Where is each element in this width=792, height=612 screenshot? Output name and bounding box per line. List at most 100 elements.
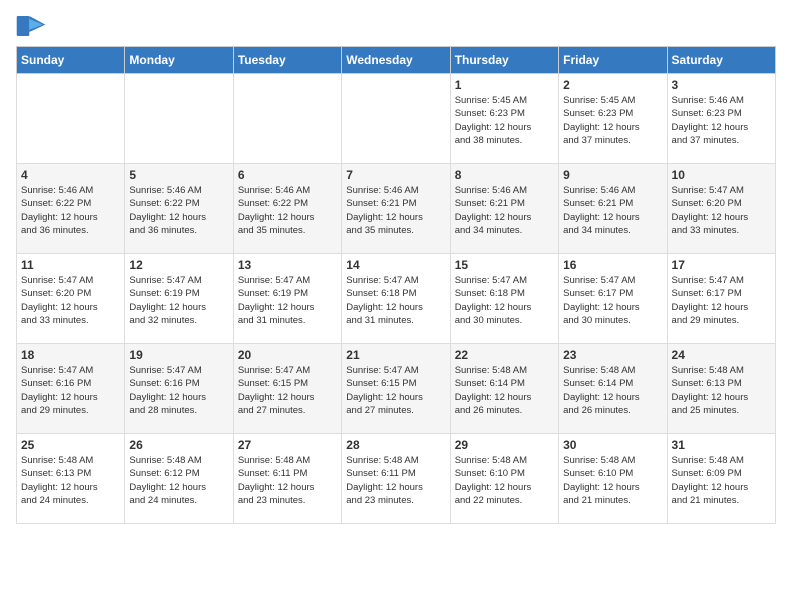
day-number: 12: [129, 258, 228, 272]
day-info: Sunrise: 5:48 AM Sunset: 6:10 PM Dayligh…: [455, 454, 554, 507]
day-number: 27: [238, 438, 337, 452]
calendar-cell: 10 Sunrise: 5:47 AM Sunset: 6:20 PM Dayli…: [667, 164, 775, 254]
calendar-cell: 28 Sunrise: 5:48 AM Sunset: 6:11 PM Dayli…: [342, 434, 450, 524]
day-info: Sunrise: 5:45 AM Sunset: 6:23 PM Dayligh…: [563, 94, 662, 147]
calendar-cell: 18 Sunrise: 5:47 AM Sunset: 6:16 PM Dayli…: [17, 344, 125, 434]
day-number: 17: [672, 258, 771, 272]
calendar-cell: 25 Sunrise: 5:48 AM Sunset: 6:13 PM Dayli…: [17, 434, 125, 524]
day-info: Sunrise: 5:48 AM Sunset: 6:09 PM Dayligh…: [672, 454, 771, 507]
weekday-header-thursday: Thursday: [450, 47, 558, 74]
calendar-cell: 12 Sunrise: 5:47 AM Sunset: 6:19 PM Dayli…: [125, 254, 233, 344]
calendar-cell: 30 Sunrise: 5:48 AM Sunset: 6:10 PM Dayli…: [559, 434, 667, 524]
calendar-cell: 20 Sunrise: 5:47 AM Sunset: 6:15 PM Dayli…: [233, 344, 341, 434]
day-number: 26: [129, 438, 228, 452]
day-number: 20: [238, 348, 337, 362]
day-info: Sunrise: 5:46 AM Sunset: 6:22 PM Dayligh…: [21, 184, 120, 237]
day-number: 5: [129, 168, 228, 182]
day-number: 18: [21, 348, 120, 362]
day-info: Sunrise: 5:47 AM Sunset: 6:15 PM Dayligh…: [238, 364, 337, 417]
weekday-header-sunday: Sunday: [17, 47, 125, 74]
day-info: Sunrise: 5:47 AM Sunset: 6:16 PM Dayligh…: [129, 364, 228, 417]
calendar-cell: 4 Sunrise: 5:46 AM Sunset: 6:22 PM Daylig…: [17, 164, 125, 254]
week-row-1: 4 Sunrise: 5:46 AM Sunset: 6:22 PM Daylig…: [17, 164, 776, 254]
week-row-4: 25 Sunrise: 5:48 AM Sunset: 6:13 PM Dayli…: [17, 434, 776, 524]
weekday-header-friday: Friday: [559, 47, 667, 74]
day-info: Sunrise: 5:46 AM Sunset: 6:21 PM Dayligh…: [346, 184, 445, 237]
day-number: 16: [563, 258, 662, 272]
day-number: 25: [21, 438, 120, 452]
calendar-cell: 6 Sunrise: 5:46 AM Sunset: 6:22 PM Daylig…: [233, 164, 341, 254]
calendar-cell: 19 Sunrise: 5:47 AM Sunset: 6:16 PM Dayli…: [125, 344, 233, 434]
day-info: Sunrise: 5:47 AM Sunset: 6:19 PM Dayligh…: [129, 274, 228, 327]
day-number: 1: [455, 78, 554, 92]
day-info: Sunrise: 5:48 AM Sunset: 6:14 PM Dayligh…: [455, 364, 554, 417]
day-info: Sunrise: 5:47 AM Sunset: 6:18 PM Dayligh…: [346, 274, 445, 327]
day-number: 24: [672, 348, 771, 362]
day-info: Sunrise: 5:47 AM Sunset: 6:16 PM Dayligh…: [21, 364, 120, 417]
calendar-cell: 16Sunrise: 5:47 AM Sunset: 6:17 PM Dayli…: [559, 254, 667, 344]
day-number: 6: [238, 168, 337, 182]
day-number: 15: [455, 258, 554, 272]
day-number: 10: [672, 168, 771, 182]
calendar-cell: [233, 74, 341, 164]
calendar-cell: 5 Sunrise: 5:46 AM Sunset: 6:22 PM Daylig…: [125, 164, 233, 254]
day-number: 4: [21, 168, 120, 182]
day-number: 13: [238, 258, 337, 272]
calendar-cell: 9 Sunrise: 5:46 AM Sunset: 6:21 PM Daylig…: [559, 164, 667, 254]
page-header: [16, 16, 776, 38]
day-number: 30: [563, 438, 662, 452]
calendar-cell: 26 Sunrise: 5:48 AM Sunset: 6:12 PM Dayli…: [125, 434, 233, 524]
day-number: 3: [672, 78, 771, 92]
day-info: Sunrise: 5:47 AM Sunset: 6:19 PM Dayligh…: [238, 274, 337, 327]
calendar-cell: 29Sunrise: 5:48 AM Sunset: 6:10 PM Dayli…: [450, 434, 558, 524]
day-number: 19: [129, 348, 228, 362]
calendar-cell: 17Sunrise: 5:47 AM Sunset: 6:17 PM Dayli…: [667, 254, 775, 344]
calendar-cell: 23 Sunrise: 5:48 AM Sunset: 6:14 PM Dayli…: [559, 344, 667, 434]
day-info: Sunrise: 5:46 AM Sunset: 6:21 PM Dayligh…: [563, 184, 662, 237]
calendar-cell: 7Sunrise: 5:46 AM Sunset: 6:21 PM Daylig…: [342, 164, 450, 254]
calendar-cell: 8 Sunrise: 5:46 AM Sunset: 6:21 PM Daylig…: [450, 164, 558, 254]
calendar-cell: 1 Sunrise: 5:45 AM Sunset: 6:23 PM Daylig…: [450, 74, 558, 164]
day-number: 23: [563, 348, 662, 362]
weekday-header-monday: Monday: [125, 47, 233, 74]
weekday-header-tuesday: Tuesday: [233, 47, 341, 74]
day-number: 31: [672, 438, 771, 452]
day-info: Sunrise: 5:48 AM Sunset: 6:10 PM Dayligh…: [563, 454, 662, 507]
calendar-cell: 31 Sunrise: 5:48 AM Sunset: 6:09 PM Dayli…: [667, 434, 775, 524]
day-info: Sunrise: 5:46 AM Sunset: 6:23 PM Dayligh…: [672, 94, 771, 147]
calendar-cell: 11 Sunrise: 5:47 AM Sunset: 6:20 PM Dayli…: [17, 254, 125, 344]
calendar-cell: 14Sunrise: 5:47 AM Sunset: 6:18 PM Dayli…: [342, 254, 450, 344]
day-info: Sunrise: 5:47 AM Sunset: 6:20 PM Dayligh…: [21, 274, 120, 327]
day-number: 11: [21, 258, 120, 272]
weekday-header-saturday: Saturday: [667, 47, 775, 74]
calendar-cell: 21 Sunrise: 5:47 AM Sunset: 6:15 PM Dayli…: [342, 344, 450, 434]
day-info: Sunrise: 5:48 AM Sunset: 6:13 PM Dayligh…: [21, 454, 120, 507]
day-number: 28: [346, 438, 445, 452]
day-info: Sunrise: 5:48 AM Sunset: 6:11 PM Dayligh…: [346, 454, 445, 507]
logo: [16, 16, 46, 38]
day-info: Sunrise: 5:48 AM Sunset: 6:13 PM Dayligh…: [672, 364, 771, 417]
day-info: Sunrise: 5:46 AM Sunset: 6:22 PM Dayligh…: [129, 184, 228, 237]
day-number: 21: [346, 348, 445, 362]
day-info: Sunrise: 5:46 AM Sunset: 6:22 PM Dayligh…: [238, 184, 337, 237]
calendar-cell: [342, 74, 450, 164]
day-info: Sunrise: 5:48 AM Sunset: 6:12 PM Dayligh…: [129, 454, 228, 507]
calendar-cell: 3 Sunrise: 5:46 AM Sunset: 6:23 PM Daylig…: [667, 74, 775, 164]
weekday-header-row: SundayMondayTuesdayWednesdayThursdayFrid…: [17, 47, 776, 74]
calendar-cell: [125, 74, 233, 164]
calendar-cell: 15Sunrise: 5:47 AM Sunset: 6:18 PM Dayli…: [450, 254, 558, 344]
calendar-cell: 24 Sunrise: 5:48 AM Sunset: 6:13 PM Dayli…: [667, 344, 775, 434]
week-row-0: 1 Sunrise: 5:45 AM Sunset: 6:23 PM Daylig…: [17, 74, 776, 164]
day-info: Sunrise: 5:47 AM Sunset: 6:15 PM Dayligh…: [346, 364, 445, 417]
week-row-3: 18 Sunrise: 5:47 AM Sunset: 6:16 PM Dayli…: [17, 344, 776, 434]
day-info: Sunrise: 5:47 AM Sunset: 6:20 PM Dayligh…: [672, 184, 771, 237]
day-number: 22: [455, 348, 554, 362]
calendar-cell: 27Sunrise: 5:48 AM Sunset: 6:11 PM Dayli…: [233, 434, 341, 524]
day-number: 8: [455, 168, 554, 182]
day-info: Sunrise: 5:48 AM Sunset: 6:14 PM Dayligh…: [563, 364, 662, 417]
calendar-cell: [17, 74, 125, 164]
day-info: Sunrise: 5:46 AM Sunset: 6:21 PM Dayligh…: [455, 184, 554, 237]
week-row-2: 11 Sunrise: 5:47 AM Sunset: 6:20 PM Dayli…: [17, 254, 776, 344]
day-info: Sunrise: 5:45 AM Sunset: 6:23 PM Dayligh…: [455, 94, 554, 147]
day-number: 9: [563, 168, 662, 182]
